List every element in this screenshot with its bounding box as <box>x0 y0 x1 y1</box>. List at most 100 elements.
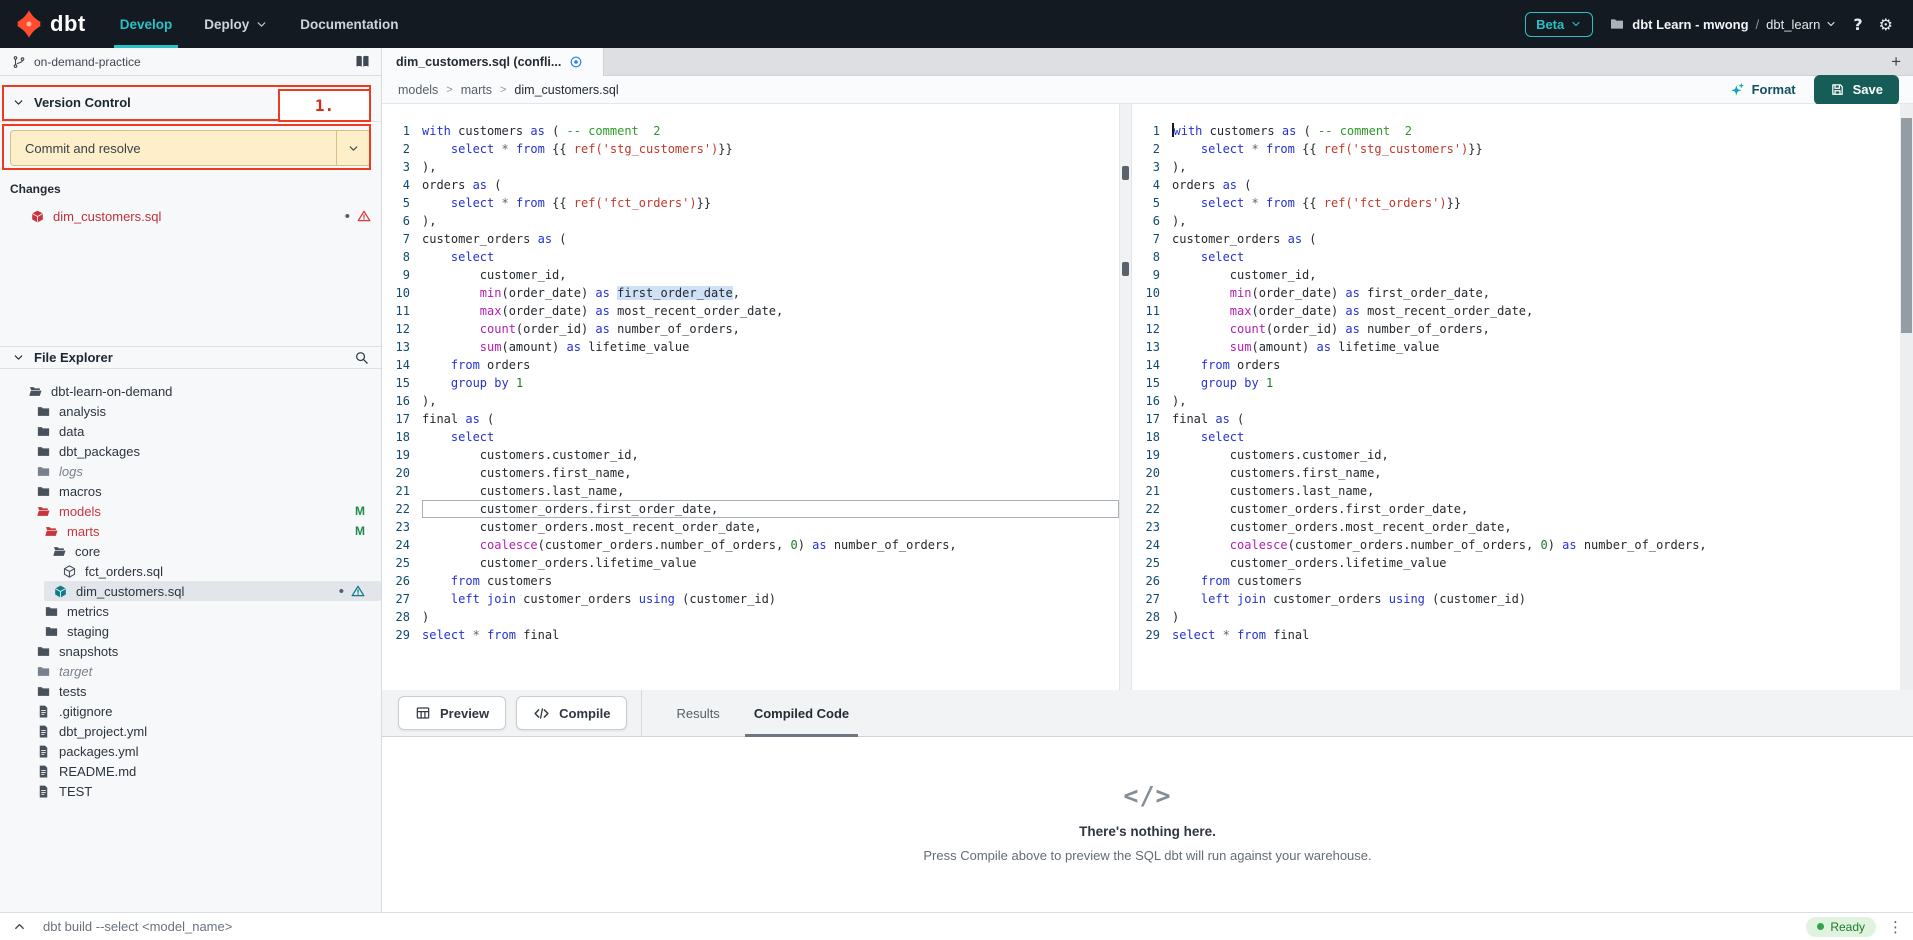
tree-item-packages.yml[interactable]: packages.yml <box>0 741 381 761</box>
code-line-16[interactable]: 16), <box>1132 392 1900 410</box>
code-line-12[interactable]: 12 count(order_id) as number_of_orders, <box>1132 320 1900 338</box>
nav-item-develop[interactable]: Develop <box>104 0 189 48</box>
tree-item-README.md[interactable]: README.md <box>0 761 381 781</box>
commit-and-resolve-button[interactable]: Commit and resolve <box>10 130 371 166</box>
kebab-icon[interactable]: ⋮ <box>1888 918 1903 936</box>
docs-book-button[interactable] <box>354 53 371 71</box>
code-line-20[interactable]: 20 customers.first_name, <box>382 464 1119 482</box>
tree-item-metrics[interactable]: metrics <box>0 601 381 621</box>
code-line-1[interactable]: 1with customers as ( -- comment 2 <box>1132 122 1900 140</box>
code-line-9[interactable]: 9 customer_id, <box>382 266 1119 284</box>
code-line-4[interactable]: 4orders as ( <box>1132 176 1900 194</box>
tree-item-.gitignore[interactable]: .gitignore <box>0 701 381 721</box>
code-line-12[interactable]: 12 count(order_id) as number_of_orders, <box>382 320 1119 338</box>
tab-compiled-code[interactable]: Compiled Code <box>754 690 849 737</box>
code-line-8[interactable]: 8 select <box>1132 248 1900 266</box>
tab-dim-customers[interactable]: dim_customers.sql (confli... <box>382 48 604 76</box>
left-pane-scrollbar[interactable] <box>1119 104 1131 690</box>
tree-item-dbt_packages[interactable]: dbt_packages <box>0 441 381 461</box>
help-icon[interactable]: ? <box>1853 15 1862 34</box>
code-line-23[interactable]: 23 customer_orders.most_recent_order_dat… <box>1132 518 1900 536</box>
code-line-26[interactable]: 26 from customers <box>382 572 1119 590</box>
code-line-28[interactable]: 28) <box>1132 608 1900 626</box>
collapse-panel-button[interactable] <box>12 919 27 934</box>
code-line-22[interactable]: 22 customer_orders.first_order_date, <box>382 500 1119 518</box>
tree-item-target[interactable]: target <box>0 661 381 681</box>
code-line-13[interactable]: 13 sum(amount) as lifetime_value <box>1132 338 1900 356</box>
code-line-18[interactable]: 18 select <box>1132 428 1900 446</box>
commit-dropdown-button[interactable] <box>336 131 370 165</box>
tree-item-core[interactable]: core <box>0 541 381 561</box>
code-line-29[interactable]: 29select * from final <box>1132 626 1900 644</box>
project-switcher[interactable]: dbt_learn <box>1766 17 1837 32</box>
code-line-19[interactable]: 19 customers.customer_id, <box>1132 446 1900 464</box>
tree-item-dim_customers.sql[interactable]: dim_customers.sql• <box>44 581 381 601</box>
code-line-3[interactable]: 3), <box>382 158 1119 176</box>
right-pane-scrollbar[interactable] <box>1900 104 1913 690</box>
code-line-24[interactable]: 24 coalesce(customer_orders.number_of_or… <box>1132 536 1900 554</box>
code-line-17[interactable]: 17final as ( <box>382 410 1119 428</box>
beta-button[interactable]: Beta <box>1525 12 1593 37</box>
changed-file-dim-customers[interactable]: dim_customers.sql • <box>0 206 371 226</box>
nav-item-deploy[interactable]: Deploy <box>188 0 284 48</box>
code-line-20[interactable]: 20 customers.first_name, <box>1132 464 1900 482</box>
code-line-28[interactable]: 28) <box>382 608 1119 626</box>
code-line-11[interactable]: 11 max(order_date) as most_recent_order_… <box>1132 302 1900 320</box>
breadcrumb-file[interactable]: dim_customers.sql <box>514 83 618 97</box>
code-line-25[interactable]: 25 customer_orders.lifetime_value <box>1132 554 1900 572</box>
tab-results[interactable]: Results <box>676 690 719 737</box>
code-line-7[interactable]: 7customer_orders as ( <box>382 230 1119 248</box>
code-pane-left[interactable]: 1with customers as ( -- comment 22 selec… <box>382 104 1119 690</box>
code-line-1[interactable]: 1with customers as ( -- comment 2 <box>382 122 1119 140</box>
code-line-18[interactable]: 18 select <box>382 428 1119 446</box>
code-line-17[interactable]: 17final as ( <box>1132 410 1900 428</box>
code-line-21[interactable]: 21 customers.last_name, <box>382 482 1119 500</box>
code-line-8[interactable]: 8 select <box>382 248 1119 266</box>
file-search-button[interactable] <box>354 349 369 367</box>
compile-button[interactable]: Compile <box>516 696 627 730</box>
nav-item-documentation[interactable]: Documentation <box>284 0 414 48</box>
new-tab-plus-icon[interactable]: + <box>1879 53 1913 70</box>
code-line-23[interactable]: 23 customer_orders.most_recent_order_dat… <box>382 518 1119 536</box>
code-line-6[interactable]: 6), <box>1132 212 1900 230</box>
tree-item-models[interactable]: modelsM <box>0 501 381 521</box>
tree-item-macros[interactable]: macros <box>0 481 381 501</box>
code-line-15[interactable]: 15 group by 1 <box>1132 374 1900 392</box>
account-name[interactable]: dbt Learn - mwong <box>1632 17 1748 32</box>
save-button[interactable]: Save <box>1814 75 1899 105</box>
code-line-19[interactable]: 19 customers.customer_id, <box>382 446 1119 464</box>
breadcrumb-models[interactable]: models <box>398 83 438 97</box>
tree-item-analysis[interactable]: analysis <box>0 401 381 421</box>
tree-item-TEST[interactable]: TEST <box>0 781 381 801</box>
code-line-9[interactable]: 9 customer_id, <box>1132 266 1900 284</box>
code-line-2[interactable]: 2 select * from {{ ref('stg_customers')}… <box>382 140 1119 158</box>
code-line-5[interactable]: 5 select * from {{ ref('fct_orders')}} <box>382 194 1119 212</box>
code-line-3[interactable]: 3), <box>1132 158 1900 176</box>
command-input[interactable] <box>43 919 643 934</box>
code-line-29[interactable]: 29select * from final <box>382 626 1119 644</box>
code-line-10[interactable]: 10 min(order_date) as first_order_date, <box>382 284 1119 302</box>
code-line-10[interactable]: 10 min(order_date) as first_order_date, <box>1132 284 1900 302</box>
code-line-13[interactable]: 13 sum(amount) as lifetime_value <box>382 338 1119 356</box>
tree-item-dbt-learn-on-demand[interactable]: dbt-learn-on-demand <box>0 381 381 401</box>
tree-item-fct_orders.sql[interactable]: fct_orders.sql <box>0 561 381 581</box>
format-button[interactable]: Format <box>1729 82 1796 98</box>
tree-item-tests[interactable]: tests <box>0 681 381 701</box>
branch-row[interactable]: on-demand-practice <box>0 48 381 76</box>
code-line-14[interactable]: 14 from orders <box>1132 356 1900 374</box>
tree-item-logs[interactable]: logs <box>0 461 381 481</box>
dbt-logo[interactable]: dbt <box>0 0 104 48</box>
code-line-25[interactable]: 25 customer_orders.lifetime_value <box>382 554 1119 572</box>
gear-icon[interactable]: ⚙ <box>1879 15 1893 34</box>
scrollbar-thumb[interactable] <box>1901 118 1912 333</box>
code-line-6[interactable]: 6), <box>382 212 1119 230</box>
code-line-5[interactable]: 5 select * from {{ ref('fct_orders')}} <box>1132 194 1900 212</box>
file-explorer-header[interactable]: File Explorer <box>0 346 381 369</box>
tree-item-staging[interactable]: staging <box>0 621 381 641</box>
code-line-21[interactable]: 21 customers.last_name, <box>1132 482 1900 500</box>
tree-item-snapshots[interactable]: snapshots <box>0 641 381 661</box>
tree-item-dbt_project.yml[interactable]: dbt_project.yml <box>0 721 381 741</box>
code-line-24[interactable]: 24 coalesce(customer_orders.number_of_or… <box>382 536 1119 554</box>
code-line-4[interactable]: 4orders as ( <box>382 176 1119 194</box>
code-line-26[interactable]: 26 from customers <box>1132 572 1900 590</box>
